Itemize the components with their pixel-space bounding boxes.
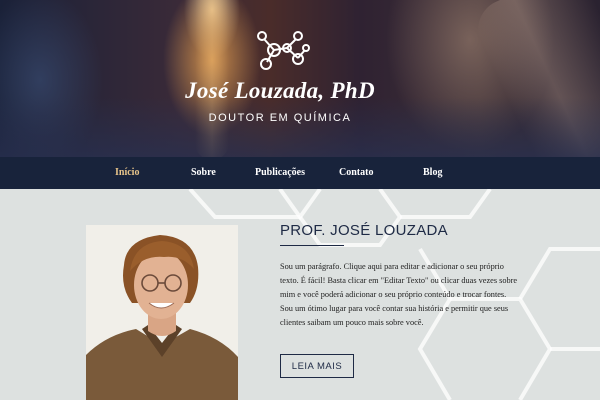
- site-subtitle: DOUTOR EM QUÍMICA: [208, 112, 352, 124]
- nav-item-blog[interactable]: Blog: [423, 157, 442, 189]
- profile-photo: [86, 225, 238, 400]
- nav-item-publicacoes[interactable]: Publicações: [255, 157, 305, 189]
- profile-heading: PROF. JOSÉ LOUZADA: [280, 222, 448, 239]
- hero-header: José Louzada, PhD DOUTOR EM QUÍMICA: [0, 0, 600, 157]
- read-more-button[interactable]: LEIA MAIS: [280, 354, 354, 378]
- nav-item-inicio[interactable]: Início: [115, 157, 139, 189]
- heading-underline: [280, 245, 344, 246]
- main-navigation: Início Sobre Publicações Contato Blog: [0, 157, 600, 189]
- nav-item-sobre[interactable]: Sobre: [191, 157, 216, 189]
- site-title: José Louzada, PhD: [185, 78, 375, 103]
- nav-item-contato[interactable]: Contato: [339, 157, 373, 189]
- molecule-icon: [257, 31, 310, 70]
- bio-paragraph: Sou um parágrafo. Clique aqui para edita…: [280, 262, 518, 328]
